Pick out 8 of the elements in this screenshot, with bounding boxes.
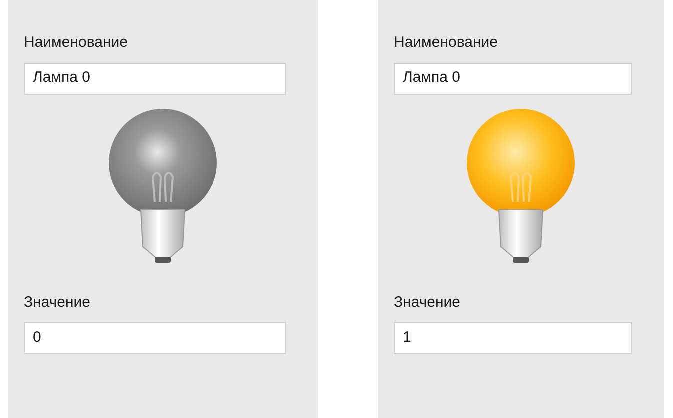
name-field[interactable]: Лампа 0 bbox=[24, 62, 286, 94]
value-label: Значение bbox=[394, 292, 462, 312]
value-field[interactable]: 1 bbox=[394, 322, 632, 354]
value-field[interactable]: 0 bbox=[24, 322, 286, 354]
name-label: Наименование bbox=[394, 33, 499, 53]
value-label: Значение bbox=[24, 292, 92, 312]
name-field[interactable]: Лампа 0 bbox=[394, 62, 632, 94]
name-label: Наименование bbox=[24, 33, 129, 53]
